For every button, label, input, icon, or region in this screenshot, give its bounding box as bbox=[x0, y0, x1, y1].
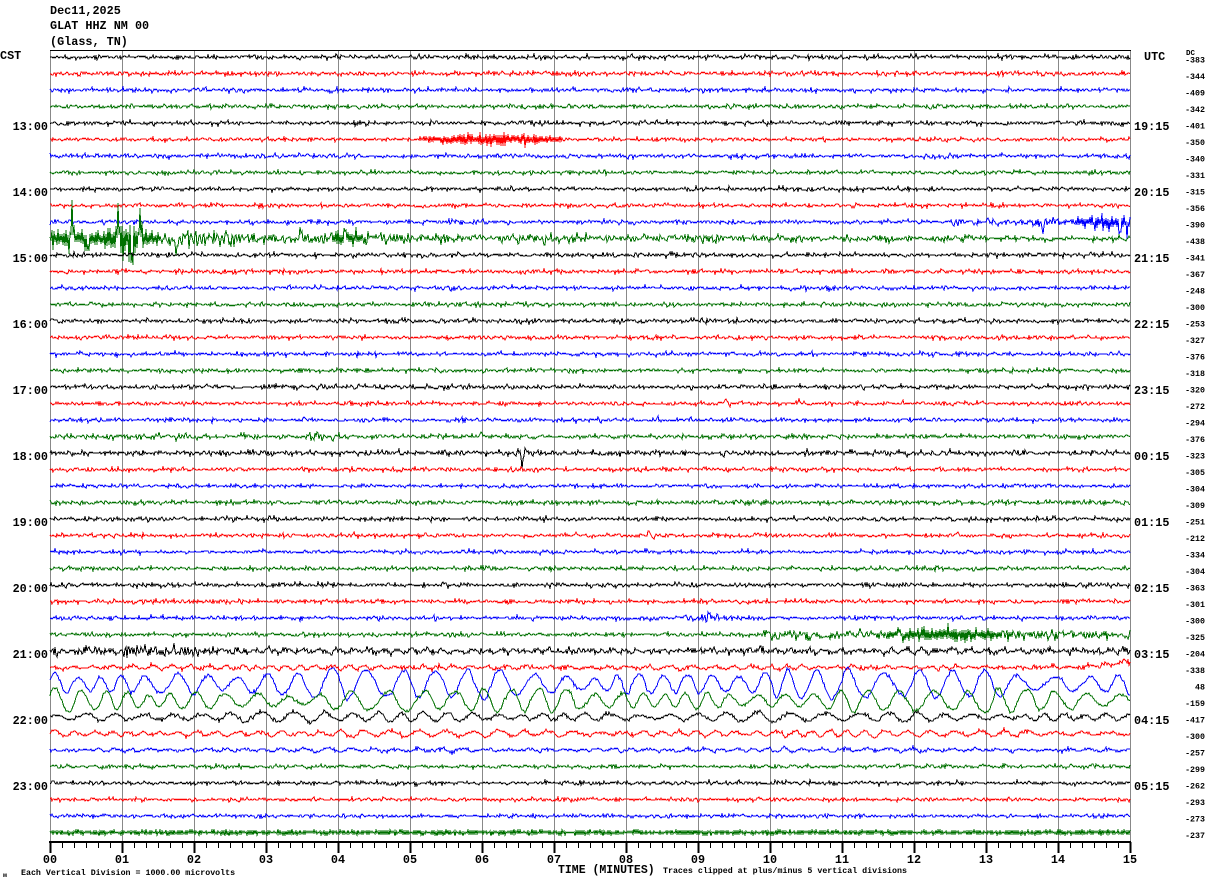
svg-text:14: 14 bbox=[1051, 853, 1065, 867]
svg-text:-248: -248 bbox=[1185, 288, 1205, 297]
svg-text:-253: -253 bbox=[1185, 321, 1205, 330]
svg-text:-318: -318 bbox=[1185, 370, 1205, 379]
svg-text:-272: -272 bbox=[1185, 403, 1205, 412]
svg-text:11: 11 bbox=[835, 853, 849, 867]
svg-text:-327: -327 bbox=[1185, 337, 1205, 346]
svg-text:21:15: 21:15 bbox=[1134, 252, 1169, 266]
svg-text:-376: -376 bbox=[1185, 354, 1205, 363]
svg-text:-376: -376 bbox=[1185, 436, 1205, 445]
svg-text:48: 48 bbox=[1195, 684, 1205, 693]
svg-text:-323: -323 bbox=[1185, 453, 1205, 462]
svg-text:-273: -273 bbox=[1185, 816, 1205, 825]
svg-text:03: 03 bbox=[259, 853, 273, 867]
svg-text:00: 00 bbox=[43, 853, 57, 867]
svg-text:05: 05 bbox=[403, 853, 417, 867]
svg-text:15: 15 bbox=[1123, 853, 1137, 867]
svg-text:-257: -257 bbox=[1185, 750, 1205, 759]
svg-text:02:15: 02:15 bbox=[1134, 582, 1169, 596]
svg-text:23:00: 23:00 bbox=[13, 780, 48, 794]
svg-text:13: 13 bbox=[979, 853, 993, 867]
svg-text:-341: -341 bbox=[1185, 255, 1205, 264]
svg-text:04:15: 04:15 bbox=[1134, 714, 1169, 728]
svg-text:16:00: 16:00 bbox=[13, 318, 48, 332]
svg-text:Each Vertical Division = 1000.: Each Vertical Division = 1000.00 microvo… bbox=[21, 868, 235, 878]
svg-text:-212: -212 bbox=[1185, 535, 1205, 544]
svg-text:02: 02 bbox=[187, 853, 201, 867]
svg-text:-300: -300 bbox=[1185, 733, 1205, 742]
svg-text:04: 04 bbox=[331, 853, 345, 867]
svg-text:22:00: 22:00 bbox=[13, 714, 48, 728]
svg-text:15:00: 15:00 bbox=[13, 252, 48, 266]
svg-text:-344: -344 bbox=[1185, 73, 1205, 82]
svg-text:-350: -350 bbox=[1185, 139, 1205, 148]
svg-text:GLAT HHZ NM 00: GLAT HHZ NM 00 bbox=[50, 19, 149, 33]
svg-text:-340: -340 bbox=[1185, 156, 1205, 165]
svg-text:01:15: 01:15 bbox=[1134, 516, 1169, 530]
svg-text:18:00: 18:00 bbox=[13, 450, 48, 464]
svg-text:13:00: 13:00 bbox=[13, 120, 48, 134]
svg-text:01: 01 bbox=[115, 853, 129, 867]
svg-text:-300: -300 bbox=[1185, 304, 1205, 313]
svg-text:-356: -356 bbox=[1185, 205, 1205, 214]
svg-text:12: 12 bbox=[907, 853, 921, 867]
svg-text:-331: -331 bbox=[1185, 172, 1205, 181]
svg-text:-438: -438 bbox=[1185, 238, 1205, 247]
svg-text:-304: -304 bbox=[1185, 486, 1205, 495]
svg-text:22:15: 22:15 bbox=[1134, 318, 1169, 332]
svg-text:-367: -367 bbox=[1185, 271, 1205, 280]
svg-text:CST: CST bbox=[0, 49, 21, 63]
svg-text:05:15: 05:15 bbox=[1134, 780, 1169, 794]
svg-text:-159: -159 bbox=[1185, 700, 1205, 709]
svg-text:-262: -262 bbox=[1185, 783, 1205, 792]
svg-text:06: 06 bbox=[475, 853, 489, 867]
svg-text:-338: -338 bbox=[1185, 667, 1205, 676]
svg-text:Traces clipped at plus/minus 5: Traces clipped at plus/minus 5 vertical … bbox=[663, 866, 907, 876]
svg-text:-390: -390 bbox=[1185, 222, 1205, 231]
svg-text:-251: -251 bbox=[1185, 519, 1205, 528]
svg-text:-383: -383 bbox=[1185, 57, 1205, 66]
svg-text:-293: -293 bbox=[1185, 799, 1205, 808]
svg-text:-300: -300 bbox=[1185, 618, 1205, 627]
svg-text:20:00: 20:00 bbox=[13, 582, 48, 596]
svg-text:17:00: 17:00 bbox=[13, 384, 48, 398]
svg-text:10: 10 bbox=[763, 853, 777, 867]
svg-text:-417: -417 bbox=[1185, 717, 1205, 726]
svg-text:09: 09 bbox=[691, 853, 705, 867]
svg-text:-294: -294 bbox=[1185, 420, 1205, 429]
svg-text:-334: -334 bbox=[1185, 552, 1205, 561]
svg-text:03:15: 03:15 bbox=[1134, 648, 1169, 662]
svg-text:-315: -315 bbox=[1185, 189, 1205, 198]
svg-text:-409: -409 bbox=[1185, 90, 1205, 99]
svg-text:(Glass, TN): (Glass, TN) bbox=[50, 35, 128, 49]
svg-text:19:15: 19:15 bbox=[1134, 120, 1169, 134]
svg-text:-325: -325 bbox=[1185, 634, 1205, 643]
svg-text:Dec11,2025: Dec11,2025 bbox=[50, 4, 121, 18]
svg-text:-204: -204 bbox=[1185, 651, 1205, 660]
svg-text:-342: -342 bbox=[1185, 106, 1205, 115]
svg-text:-304: -304 bbox=[1185, 568, 1205, 577]
svg-text:21:00: 21:00 bbox=[13, 648, 48, 662]
svg-text:-320: -320 bbox=[1185, 387, 1205, 396]
svg-text:-309: -309 bbox=[1185, 502, 1205, 511]
svg-text:м: м bbox=[3, 872, 7, 879]
svg-text:20:15: 20:15 bbox=[1134, 186, 1169, 200]
svg-text:UTC: UTC bbox=[1144, 50, 1165, 64]
svg-text:14:00: 14:00 bbox=[13, 186, 48, 200]
svg-text:23:15: 23:15 bbox=[1134, 384, 1169, 398]
svg-text:19:00: 19:00 bbox=[13, 516, 48, 530]
svg-text:TIME (MINUTES): TIME (MINUTES) bbox=[558, 864, 655, 877]
svg-text:-305: -305 bbox=[1185, 469, 1205, 478]
svg-text:-401: -401 bbox=[1185, 123, 1205, 132]
svg-text:-237: -237 bbox=[1185, 832, 1205, 841]
svg-text:00:15: 00:15 bbox=[1134, 450, 1169, 464]
svg-text:-301: -301 bbox=[1185, 601, 1205, 610]
svg-text:-363: -363 bbox=[1185, 585, 1205, 594]
svg-text:-299: -299 bbox=[1185, 766, 1205, 775]
